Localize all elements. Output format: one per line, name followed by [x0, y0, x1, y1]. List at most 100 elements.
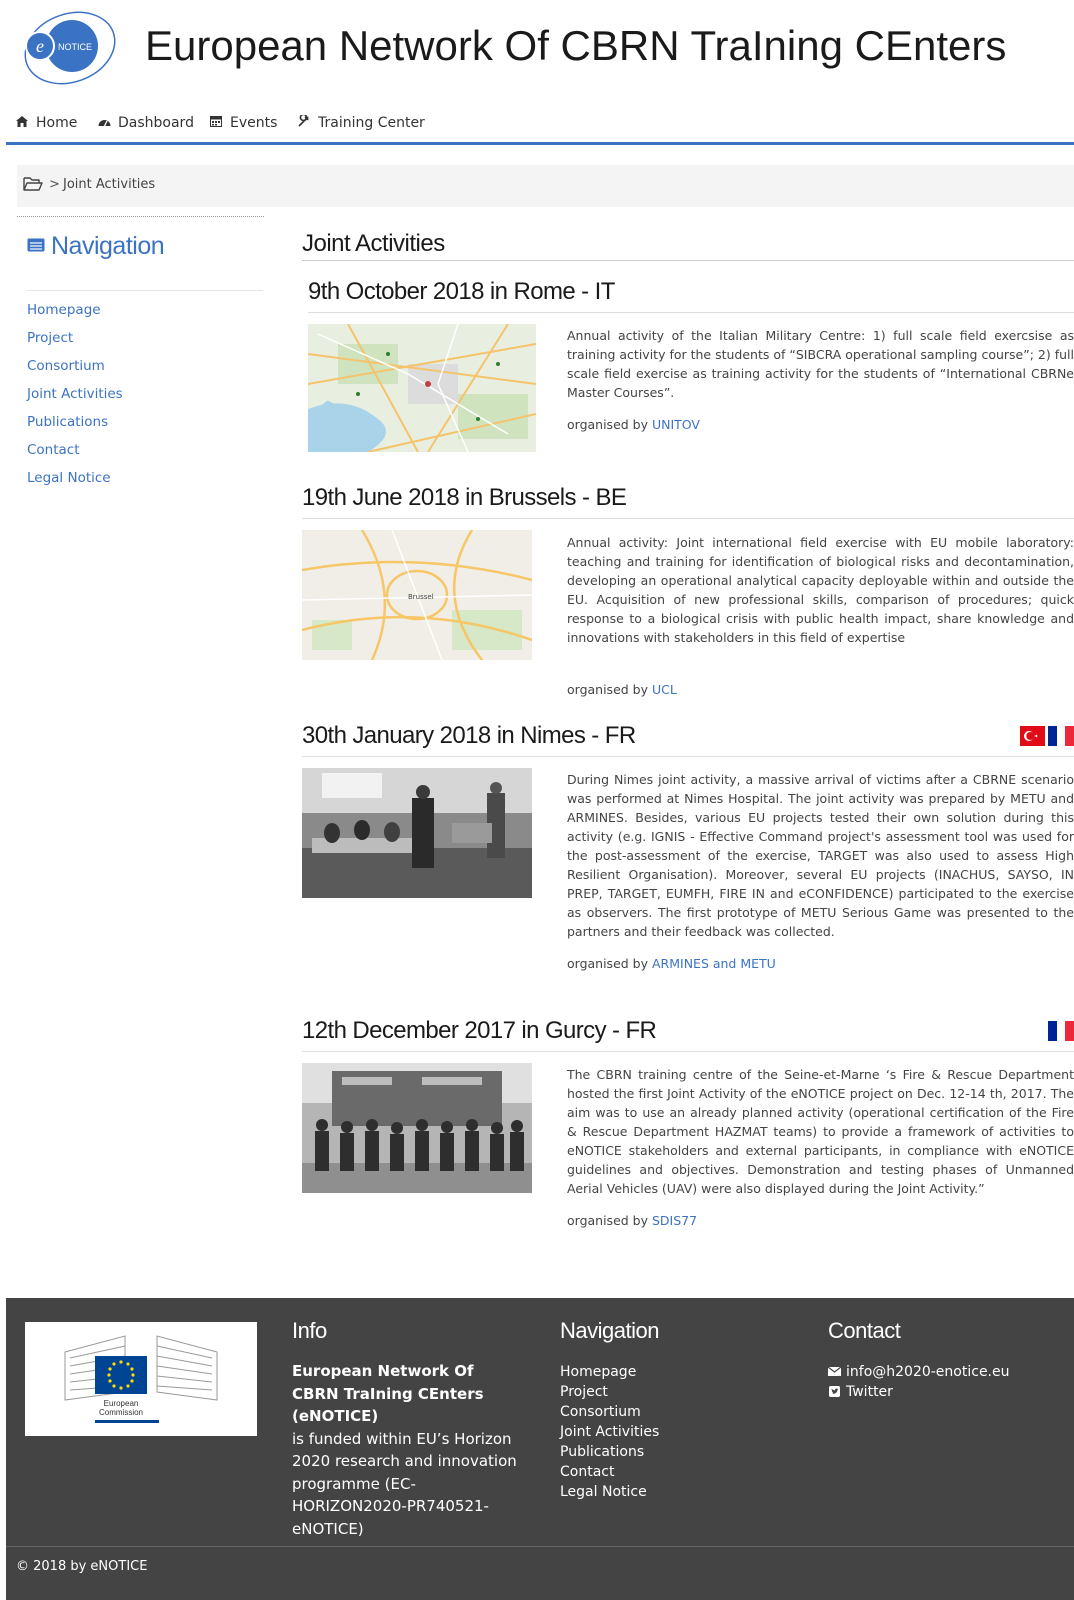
- european-commission-logo[interactable]: European Commission: [25, 1322, 257, 1436]
- organised-by-label: organised by: [567, 417, 648, 432]
- map-brussels-image[interactable]: Brussel: [302, 530, 532, 660]
- enotice-logo[interactable]: e NOTICE: [20, 8, 120, 88]
- sidebar-title-text: Navigation: [51, 232, 165, 260]
- footer-twitter-link[interactable]: Twitter: [828, 1382, 1010, 1402]
- nav-home-label: Home: [36, 115, 78, 131]
- site-title: European Network Of CBRN TraIning CEnter…: [145, 22, 1007, 69]
- sidebar-link-consortium[interactable]: Consortium: [27, 358, 105, 374]
- event-title: 19th June 2018 in Brussels - BE: [302, 484, 627, 511]
- footer-contact-title: Contact: [828, 1318, 901, 1343]
- page-title: Joint Activities: [302, 230, 445, 257]
- logo-text: NOTICE: [58, 42, 92, 52]
- footer-email-text: info@h2020-enotice.eu: [846, 1364, 1010, 1380]
- footer-nav-list: Homepage Project Consortium Joint Activi…: [560, 1362, 659, 1502]
- folder-open-icon[interactable]: [23, 176, 43, 192]
- event-description: During Nimes joint activity, a massive a…: [567, 772, 1074, 939]
- organiser-link[interactable]: UNITOV: [652, 417, 700, 432]
- ec-logo-line2: Commission: [99, 1408, 143, 1417]
- footer-info-body: is funded within EU’s Horizon 2020 resea…: [292, 1429, 517, 1538]
- sidebar-item-publications: Publications: [27, 408, 123, 436]
- top-navigation: Home Dashboard Events Training Center: [6, 112, 1074, 145]
- footer-link-consortium[interactable]: Consortium: [560, 1402, 659, 1422]
- nav-home-link[interactable]: Home: [16, 115, 77, 131]
- sidebar: Navigation Homepage Project Consortium J…: [17, 216, 264, 486]
- event-organiser: organised by UNITOV: [567, 417, 700, 432]
- footer-link-publications[interactable]: Publications: [560, 1442, 659, 1462]
- event-title: 12th December 2017 in Gurcy - FR: [302, 1017, 657, 1044]
- dashboard-icon: [98, 116, 112, 130]
- footer-link-joint-activities[interactable]: Joint Activities: [560, 1422, 659, 1442]
- nav-dashboard-link[interactable]: Dashboard: [98, 115, 194, 131]
- logo-letter: e: [36, 36, 44, 56]
- sidebar-rule: [27, 290, 263, 291]
- nav-events-label: Events: [230, 115, 278, 131]
- event-rule: [302, 756, 1074, 757]
- event-rule: [308, 312, 1074, 313]
- footer-link-homepage[interactable]: Homepage: [560, 1362, 659, 1382]
- sidebar-item-contact: Contact: [27, 436, 123, 464]
- list-icon: [27, 238, 45, 252]
- event-rule: [302, 1051, 1074, 1052]
- footer-contact: Contact info@h2020-enotice.eu Twitter: [828, 1318, 1010, 1402]
- home-icon: [16, 116, 30, 130]
- sidebar-link-joint-activities[interactable]: Joint Activities: [27, 386, 123, 402]
- envelope-icon: [828, 1366, 841, 1376]
- nav-training-center-link[interactable]: Training Center: [298, 113, 425, 131]
- footer-bottom: © 2018 by eNOTICE: [6, 1546, 1074, 1574]
- footer-link-contact[interactable]: Contact: [560, 1462, 659, 1482]
- sidebar-link-contact[interactable]: Contact: [27, 442, 80, 458]
- footer-navigation: Navigation Homepage Project Consortium J…: [560, 1318, 659, 1502]
- sidebar-link-homepage[interactable]: Homepage: [27, 302, 101, 318]
- sidebar-item-legal-notice: Legal Notice: [27, 464, 123, 492]
- nav-training-center-label: Training Center: [318, 115, 425, 131]
- organiser-link[interactable]: UCL: [652, 682, 677, 697]
- footer-twitter-text: Twitter: [846, 1384, 893, 1400]
- nav-dashboard-label: Dashboard: [118, 115, 194, 131]
- sidebar-item-homepage: Homepage: [27, 296, 123, 324]
- organiser-link[interactable]: SDIS77: [652, 1213, 697, 1228]
- photo-gurcy-image[interactable]: [302, 1063, 532, 1193]
- breadcrumb-separator: >: [49, 177, 60, 192]
- sidebar-link-legal-notice[interactable]: Legal Notice: [27, 470, 111, 486]
- footer-link-project[interactable]: Project: [560, 1382, 659, 1402]
- footer-navigation-title: Navigation: [560, 1318, 659, 1343]
- sidebar-link-project[interactable]: Project: [27, 330, 73, 346]
- breadcrumb: > Joint Activities: [17, 165, 1074, 207]
- france-flag-icon: [1048, 726, 1074, 746]
- sidebar-item-consortium: Consortium: [27, 352, 123, 380]
- event-organiser: organised by ARMINES and METU: [567, 956, 776, 971]
- page-title-rule: [302, 260, 1074, 261]
- organised-by-label: organised by: [567, 956, 648, 971]
- calendar-icon: [210, 115, 224, 130]
- footer-info-text: European Network Of CBRN TraIning CEnter…: [292, 1360, 522, 1540]
- event-description: Annual activity: Joint international fie…: [567, 535, 1074, 645]
- nav-events-link[interactable]: Events: [210, 115, 277, 131]
- map-rome-image[interactable]: [308, 324, 536, 452]
- photo-nimes-image[interactable]: [302, 768, 532, 898]
- ec-logo-graphic: European Commission: [64, 1335, 218, 1423]
- footer-info: Info European Network Of CBRN TraIning C…: [292, 1318, 522, 1540]
- footer-email-link[interactable]: info@h2020-enotice.eu: [828, 1362, 1010, 1382]
- turkey-flag-icon: [1020, 726, 1045, 746]
- sidebar-nav-list: Homepage Project Consortium Joint Activi…: [27, 296, 123, 492]
- copyright: © 2018 by eNOTICE: [16, 1559, 148, 1574]
- event-organiser: organised by SDIS77: [567, 1213, 697, 1228]
- sidebar-divider: [17, 216, 264, 217]
- footer-contact-list: info@h2020-enotice.eu Twitter: [828, 1362, 1010, 1402]
- sidebar-item-project: Project: [27, 324, 123, 352]
- wrench-icon: [298, 113, 312, 130]
- sidebar-title: Navigation: [27, 232, 165, 261]
- twitter-icon: [829, 1386, 840, 1397]
- map-label: Brussel: [408, 593, 434, 601]
- organiser-link[interactable]: ARMINES and METU: [652, 956, 776, 971]
- sidebar-item-joint-activities: Joint Activities: [27, 380, 123, 408]
- site-header: e NOTICE European Network Of CBRN TraIni…: [0, 0, 1074, 100]
- footer-link-legal-notice[interactable]: Legal Notice: [560, 1482, 659, 1502]
- event-title: 30th January 2018 in Nimes - FR: [302, 722, 636, 749]
- event-title: 9th October 2018 in Rome - IT: [308, 278, 615, 305]
- sidebar-link-publications[interactable]: Publications: [27, 414, 108, 430]
- event-rule: [302, 518, 1074, 519]
- event-organiser: organised by UCL: [567, 682, 677, 697]
- organised-by-label: organised by: [567, 1213, 648, 1228]
- france-flag-icon: [1048, 1021, 1074, 1041]
